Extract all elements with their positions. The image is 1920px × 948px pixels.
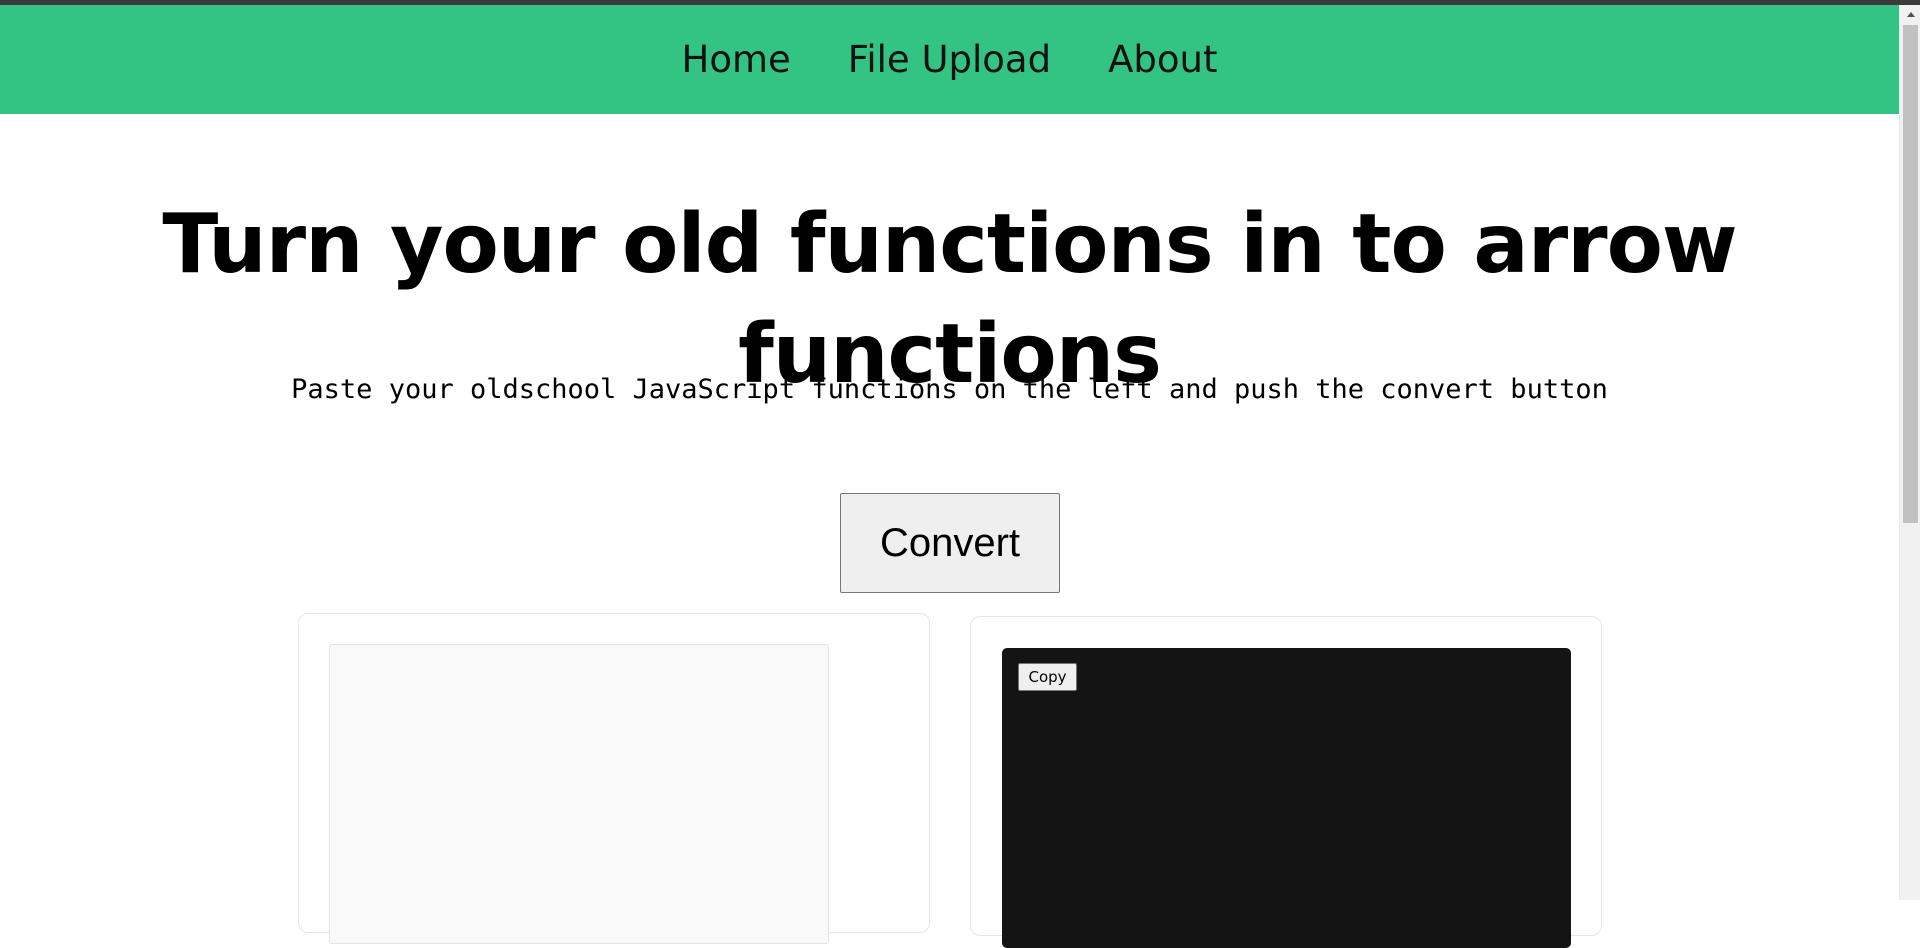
convert-button[interactable]: Convert [840, 493, 1060, 593]
nav-link-file-upload[interactable]: File Upload [848, 38, 1051, 81]
output-panel: Copy [970, 616, 1602, 948]
nav-links: Home File Upload About [682, 38, 1218, 81]
page-scrollbar[interactable] [1899, 5, 1920, 900]
nav-link-home[interactable]: Home [682, 38, 791, 81]
scroll-up-arrow-icon[interactable] [1900, 5, 1920, 23]
code-output-area: Copy [1002, 648, 1571, 948]
code-input-textarea[interactable] [329, 644, 829, 944]
scrollbar-thumb[interactable] [1903, 25, 1918, 523]
page-subtitle: Paste your oldschool JavaScript function… [291, 374, 1608, 405]
input-panel [298, 613, 930, 944]
navbar: Home File Upload About [0, 5, 1899, 114]
copy-button[interactable]: Copy [1018, 663, 1077, 691]
nav-link-about[interactable]: About [1108, 38, 1217, 81]
